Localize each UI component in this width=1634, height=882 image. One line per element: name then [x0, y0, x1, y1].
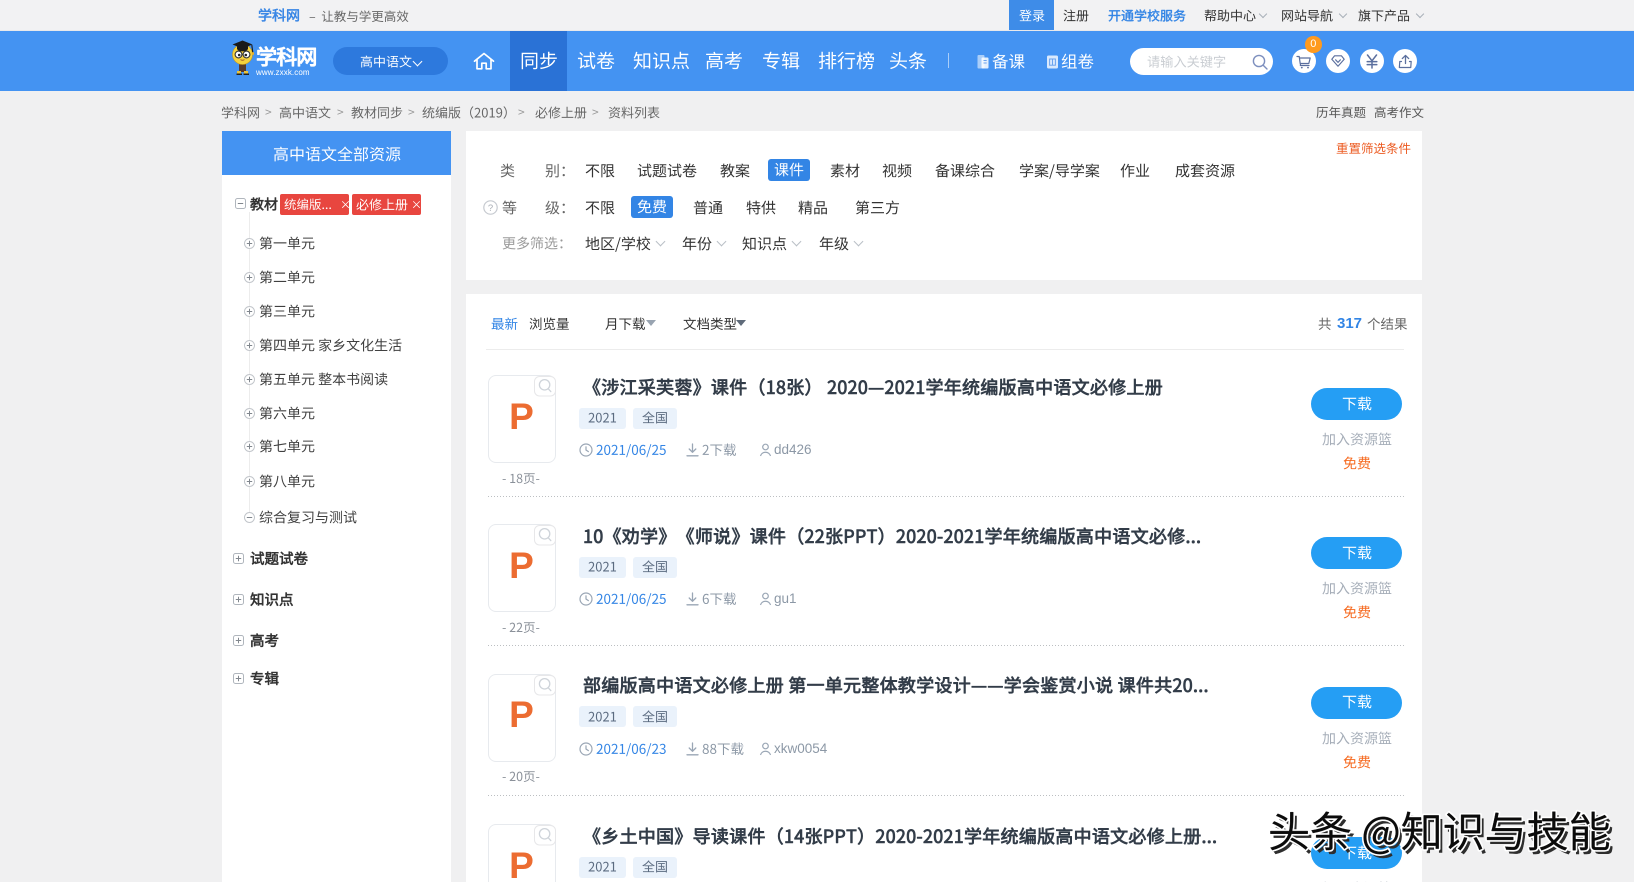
svg-text:?: ?	[488, 202, 493, 213]
